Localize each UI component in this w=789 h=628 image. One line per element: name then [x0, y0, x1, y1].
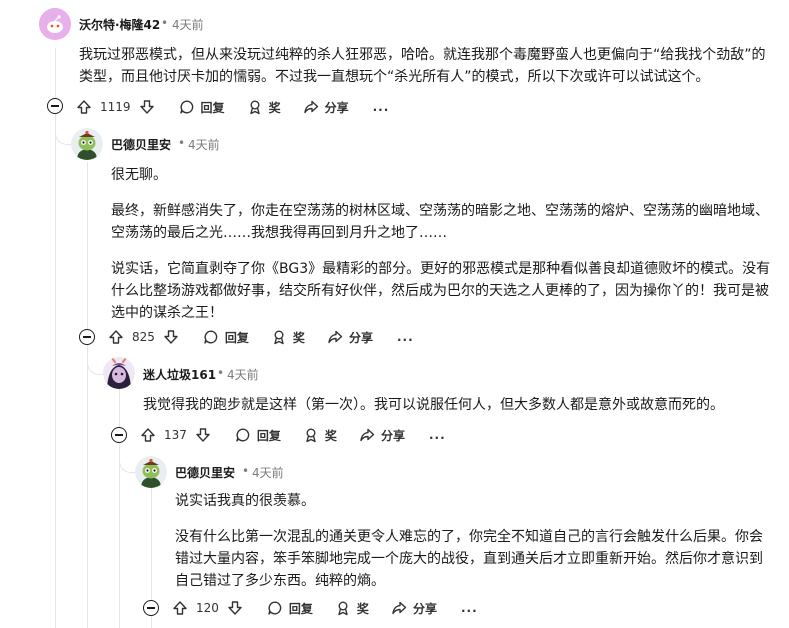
collapse-thread-button[interactable]: [47, 98, 63, 114]
comment-body: 说实话我真的很羡慕。: [175, 493, 315, 509]
share-button[interactable]: 分享: [327, 329, 373, 346]
award-label: 奖: [292, 330, 305, 345]
comment-actions: 825 回复 奖 分享 ...: [108, 325, 414, 349]
award-button[interactable]: 奖: [335, 600, 369, 617]
upvote-button[interactable]: [108, 329, 124, 345]
comment-author[interactable]: 迷人垃圾161: [143, 366, 216, 383]
meta-separator: •: [217, 366, 225, 380]
meta-separator: •: [178, 136, 186, 150]
comment-body: 最终，新鲜感消失了，你走在空荡荡的树林区域、空荡荡的暗影之地、空荡荡的熔炉、空荡…: [111, 203, 769, 241]
vote-count: 137: [164, 428, 187, 442]
comment-actions: 137 回复 奖 分享 ...: [140, 423, 446, 447]
share-icon: [392, 601, 407, 615]
award-icon: [338, 601, 348, 616]
comment-icon: [236, 428, 250, 442]
reply-label: 回复: [224, 330, 249, 345]
comment-icon: [268, 601, 282, 615]
share-button[interactable]: 分享: [303, 99, 349, 116]
upvote-button[interactable]: [172, 600, 188, 616]
reply-button[interactable]: 回复: [235, 427, 281, 444]
award-icon: [274, 330, 284, 345]
downvote-icon: [196, 428, 210, 442]
share-icon: [328, 330, 343, 344]
upvote-icon: [77, 100, 91, 114]
downvote-icon: [228, 601, 242, 615]
collapse-thread-button[interactable]: [143, 600, 159, 616]
comment-body: 我觉得我的跑步就是这样（第一次）。我可以说服任何人，但大多数人都是意外或故意而死…: [143, 397, 724, 413]
vote-count: 1119: [100, 100, 131, 114]
avatar[interactable]: [71, 128, 103, 160]
more-options-button[interactable]: ...: [397, 330, 414, 344]
meta-separator: •: [242, 464, 250, 478]
award-label: 奖: [268, 100, 281, 115]
share-label: 分享: [380, 428, 405, 443]
share-button[interactable]: 分享: [391, 600, 437, 617]
share-label: 分享: [348, 330, 373, 345]
award-icon: [306, 428, 316, 443]
more-options-button[interactable]: ...: [429, 428, 446, 442]
downvote-icon: [139, 100, 154, 114]
vote-count: 825: [132, 330, 155, 344]
comment-icon: [179, 100, 193, 114]
comment-actions: 120 回复 奖 分享 ...: [172, 596, 478, 620]
award-icon: [249, 100, 260, 115]
collapse-thread-button[interactable]: [79, 329, 95, 345]
award-button[interactable]: 奖: [303, 427, 337, 444]
bard-avatar-icon: [135, 456, 167, 488]
thread-line-level-3: [119, 388, 120, 628]
avatar[interactable]: [103, 357, 135, 389]
reply-label: 回复: [288, 601, 313, 616]
reply-label: 回复: [200, 100, 225, 115]
comment-actions: 1119 回复 奖 分享 ...: [76, 95, 389, 119]
comment-body: 说实话，它简直剥夺了你《BG3》最精彩的部分。更好的邪恶模式是那种看似善良却道德…: [111, 261, 771, 321]
snoo-avatar-icon: [39, 8, 71, 40]
more-options-button[interactable]: ...: [461, 601, 478, 615]
reply-button[interactable]: 回复: [267, 600, 313, 617]
share-icon: [303, 100, 318, 114]
downvote-button[interactable]: [163, 329, 179, 345]
avatar[interactable]: [39, 8, 71, 40]
bard-avatar-icon: [71, 128, 103, 160]
award-label: 奖: [356, 601, 369, 616]
upvote-icon: [173, 601, 187, 615]
downvote-button[interactable]: [139, 99, 155, 115]
share-label: 分享: [324, 100, 349, 115]
comment-body: 没有什么比第一次混乱的通关更令人难忘的了，你完全不知道自己的言行会触发什么后果。…: [175, 529, 763, 589]
more-options-button[interactable]: ...: [373, 100, 390, 114]
award-label: 奖: [324, 428, 337, 443]
collapse-thread-button[interactable]: [111, 427, 127, 443]
comment-author[interactable]: 巴德贝里安: [175, 464, 235, 481]
vote-count: 120: [196, 601, 219, 615]
meta-separator: •: [161, 16, 169, 30]
downvote-button[interactable]: [227, 600, 243, 616]
comment-author[interactable]: 巴德贝里安: [111, 136, 171, 153]
share-icon: [360, 428, 375, 442]
share-label: 分享: [412, 601, 437, 616]
comment-author[interactable]: 沃尔特·梅隆42: [79, 16, 160, 33]
comment-timestamp[interactable]: 4天前: [252, 464, 284, 481]
downvote-icon: [164, 330, 178, 344]
share-button[interactable]: 分享: [359, 427, 405, 444]
upvote-icon: [141, 428, 155, 442]
avatar[interactable]: [135, 456, 167, 488]
award-button[interactable]: 奖: [247, 99, 281, 116]
upvote-button[interactable]: [140, 427, 156, 443]
character-avatar-icon: [103, 357, 135, 389]
upvote-icon: [109, 330, 123, 344]
reply-button[interactable]: 回复: [203, 329, 249, 346]
reply-button[interactable]: 回复: [179, 99, 225, 116]
reply-label: 回复: [256, 428, 281, 443]
award-button[interactable]: 奖: [271, 329, 305, 346]
comment-body: 很无聊。: [111, 167, 167, 183]
comment-timestamp[interactable]: 4天前: [227, 366, 259, 383]
comment-timestamp[interactable]: 4天前: [172, 16, 204, 33]
thread-line-level-2: [87, 162, 88, 628]
upvote-button[interactable]: [76, 99, 92, 115]
comment-body: 我玩过邪恶模式，但从来没玩过纯粹的杀人狂邪恶，哈哈。就连我那个毒魔野蛮人也更偏向…: [79, 47, 766, 85]
comment-timestamp[interactable]: 4天前: [188, 136, 220, 153]
comment-icon: [204, 330, 218, 344]
downvote-button[interactable]: [195, 427, 211, 443]
